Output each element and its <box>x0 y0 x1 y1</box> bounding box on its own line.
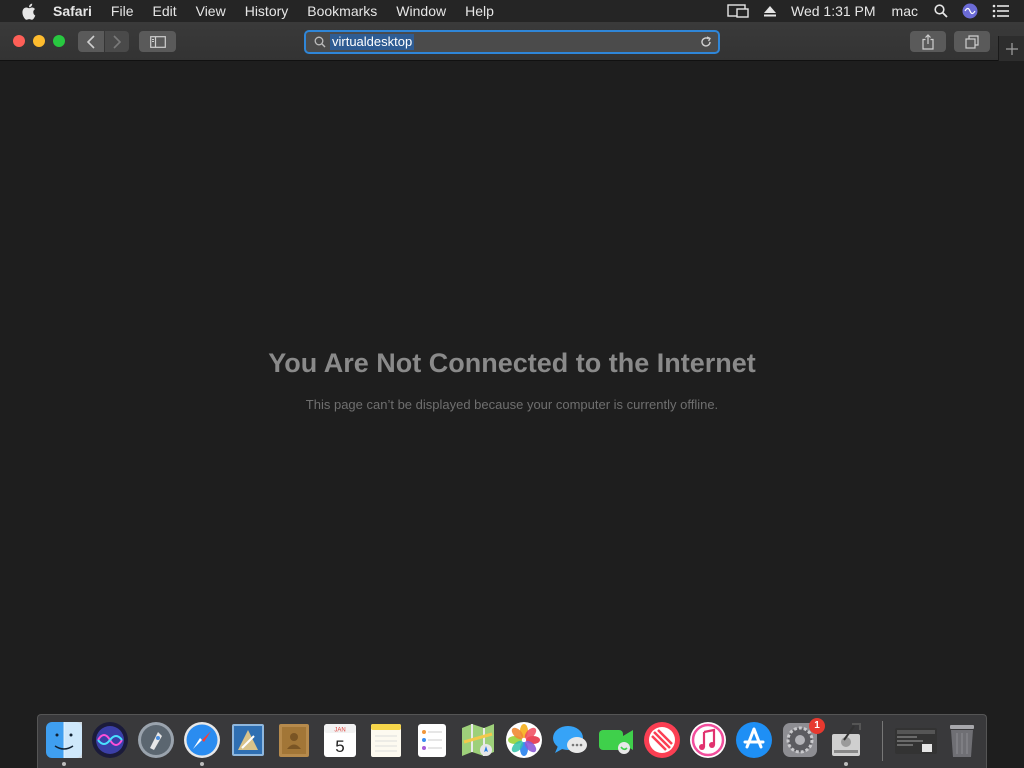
menu-bookmarks[interactable]: Bookmarks <box>307 0 377 22</box>
menu-help[interactable]: Help <box>465 0 494 22</box>
plus-icon <box>1005 42 1018 55</box>
tab-overview-button[interactable] <box>954 31 990 52</box>
share-button[interactable] <box>910 31 946 52</box>
address-bar[interactable]: virtualdesktop <box>304 30 720 54</box>
disk-utility-running-indicator <box>844 762 848 766</box>
address-bar-text[interactable]: virtualdesktop <box>330 34 415 50</box>
window-zoom-button[interactable] <box>53 35 65 47</box>
dock-separator <box>882 721 883 761</box>
menu-file[interactable]: File <box>111 0 134 22</box>
menubar-user[interactable]: mac <box>892 3 918 19</box>
page-content: You Are Not Connected to the Internet Th… <box>0 62 1024 714</box>
chevron-left-icon <box>86 34 95 49</box>
window-minimize-button[interactable] <box>33 35 45 47</box>
screenshot-stack-icon[interactable] <box>894 720 938 760</box>
reminders-icon[interactable] <box>412 720 452 760</box>
calendar-month: JAN <box>334 728 345 734</box>
notes-icon[interactable] <box>366 720 406 760</box>
trash-icon[interactable] <box>942 720 982 760</box>
maps-icon[interactable] <box>458 720 498 760</box>
back-button[interactable] <box>78 31 104 52</box>
finder-icon[interactable] <box>44 720 84 760</box>
safari-toolbar: virtualdesktop <box>0 22 1024 61</box>
siri-app-icon[interactable] <box>90 720 130 760</box>
display-mirroring-icon[interactable] <box>727 4 749 18</box>
facetime-icon[interactable] <box>596 720 636 760</box>
share-icon <box>922 33 934 50</box>
disk-utility-icon[interactable] <box>826 720 866 760</box>
news-icon[interactable] <box>642 720 682 760</box>
error-message: This page can’t be displayed because you… <box>305 397 719 412</box>
chevron-right-icon <box>113 34 122 49</box>
calendar-day: 5 <box>335 737 344 756</box>
spotlight-search-icon[interactable] <box>934 4 948 18</box>
messages-icon[interactable] <box>550 720 590 760</box>
menubar-clock[interactable]: Wed 1:31 PM <box>791 3 876 19</box>
calendar-icon[interactable]: JAN 5 <box>320 720 360 760</box>
menu-history[interactable]: History <box>245 0 289 22</box>
forward-button[interactable] <box>105 31 129 52</box>
itunes-icon[interactable] <box>688 720 728 760</box>
error-title: You Are Not Connected to the Internet <box>268 348 756 378</box>
menu-app-name[interactable]: Safari <box>53 0 92 22</box>
dock: JAN 5 1 <box>37 714 987 768</box>
menu-edit[interactable]: Edit <box>152 0 176 22</box>
eject-icon[interactable] <box>763 5 777 17</box>
menu-view[interactable]: View <box>196 0 226 22</box>
apple-menu-icon[interactable] <box>19 2 37 20</box>
menu-window[interactable]: Window <box>396 0 446 22</box>
photos-icon[interactable] <box>504 720 544 760</box>
window-close-button[interactable] <box>13 35 25 47</box>
contacts-icon[interactable] <box>274 720 314 760</box>
sidebar-toggle-button[interactable] <box>139 31 176 52</box>
siri-icon[interactable] <box>962 3 978 19</box>
search-icon <box>313 35 327 49</box>
reload-icon[interactable] <box>699 35 713 49</box>
safari-app-icon[interactable] <box>182 720 222 760</box>
sidebar-icon <box>149 35 166 48</box>
tabs-icon <box>965 34 979 49</box>
menu-bar: Safari File Edit View History Bookmarks … <box>0 0 1024 22</box>
mail-icon[interactable] <box>228 720 268 760</box>
launchpad-icon[interactable] <box>136 720 176 760</box>
app-store-icon[interactable] <box>734 720 774 760</box>
notification-center-icon[interactable] <box>992 4 1010 18</box>
finder-running-indicator <box>62 762 66 766</box>
system-preferences-badge: 1 <box>809 718 825 734</box>
safari-running-indicator <box>200 762 204 766</box>
new-tab-button[interactable] <box>998 36 1024 61</box>
